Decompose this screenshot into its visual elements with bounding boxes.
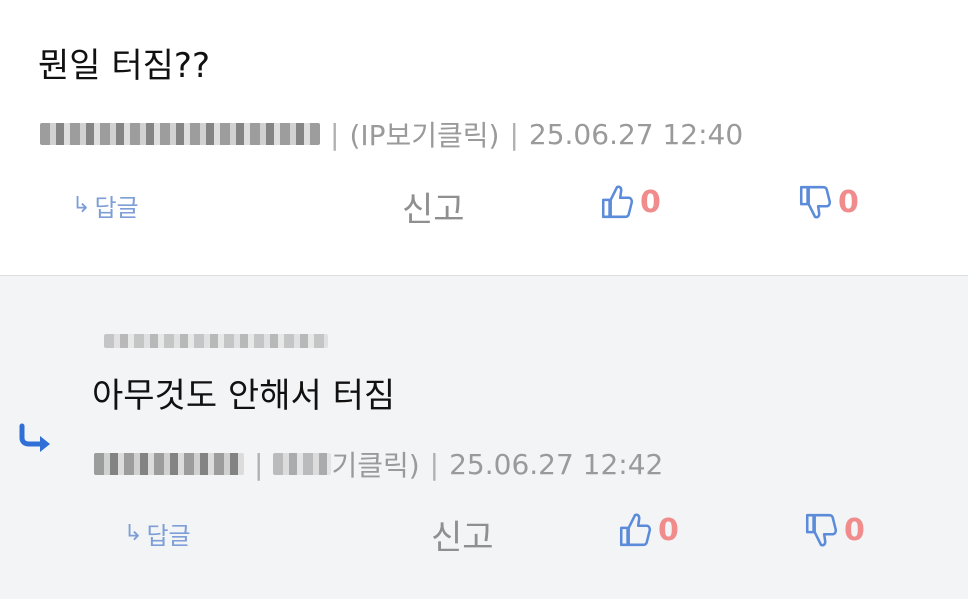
ip-toggle-link[interactable]: 기클릭) [331, 444, 419, 484]
comment-datetime: 25.06.27 12:40 [528, 117, 744, 151]
thumbs-down-icon [805, 513, 838, 547]
thumbs-down-icon [799, 185, 832, 219]
reply-label: 답글 [94, 194, 139, 222]
comment-body: 뭔일 터짐?? [38, 46, 211, 86]
thumbs-up-icon [601, 185, 634, 219]
reply-comment-item: 아무것도 안해서 터짐 | 기클릭) | 25.06.27 12:42 ↳ 답글… [0, 275, 968, 599]
reply-button[interactable]: ↳ 답글 [124, 516, 191, 551]
comment-meta: | (IP보기클릭) | 25.06.27 12:40 [40, 114, 743, 154]
report-button[interactable]: 신고 [431, 510, 494, 559]
dislike-button[interactable]: 0 [798, 184, 859, 220]
ip-toggle-link[interactable]: (IP보기클릭) [349, 114, 499, 154]
like-count: 0 [658, 512, 679, 548]
comment-item: 뭔일 터짐?? | (IP보기클릭) | 25.06.27 12:40 ↳ 답글… [0, 0, 968, 274]
like-button[interactable]: 0 [618, 512, 679, 548]
dislike-button[interactable]: 0 [804, 512, 865, 548]
reply-button[interactable]: ↳ 답글 [72, 188, 139, 223]
like-count: 0 [640, 184, 661, 220]
author-blurred [40, 123, 320, 145]
nickname-blurred [104, 334, 328, 348]
separator: | [254, 447, 264, 481]
ip-blurred [273, 453, 332, 475]
reply-label: 답글 [146, 522, 191, 550]
like-button[interactable]: 0 [600, 184, 661, 220]
separator: | [429, 447, 440, 481]
dislike-count: 0 [844, 512, 865, 548]
thumbs-up-icon [619, 513, 652, 547]
comment-body: 아무것도 안해서 터짐 [92, 376, 396, 416]
nested-reply-arrow-icon [19, 423, 50, 452]
separator: | [330, 117, 340, 151]
author-blurred [94, 453, 244, 475]
reply-arrow-icon: ↳ [124, 521, 143, 546]
comment-meta: | 기클릭) | 25.06.27 12:42 [94, 444, 663, 484]
dislike-count: 0 [838, 184, 859, 220]
comment-datetime: 25.06.27 12:42 [449, 447, 664, 481]
separator: | [509, 117, 519, 151]
reply-arrow-icon: ↳ [72, 193, 91, 218]
report-button[interactable]: 신고 [402, 182, 465, 231]
